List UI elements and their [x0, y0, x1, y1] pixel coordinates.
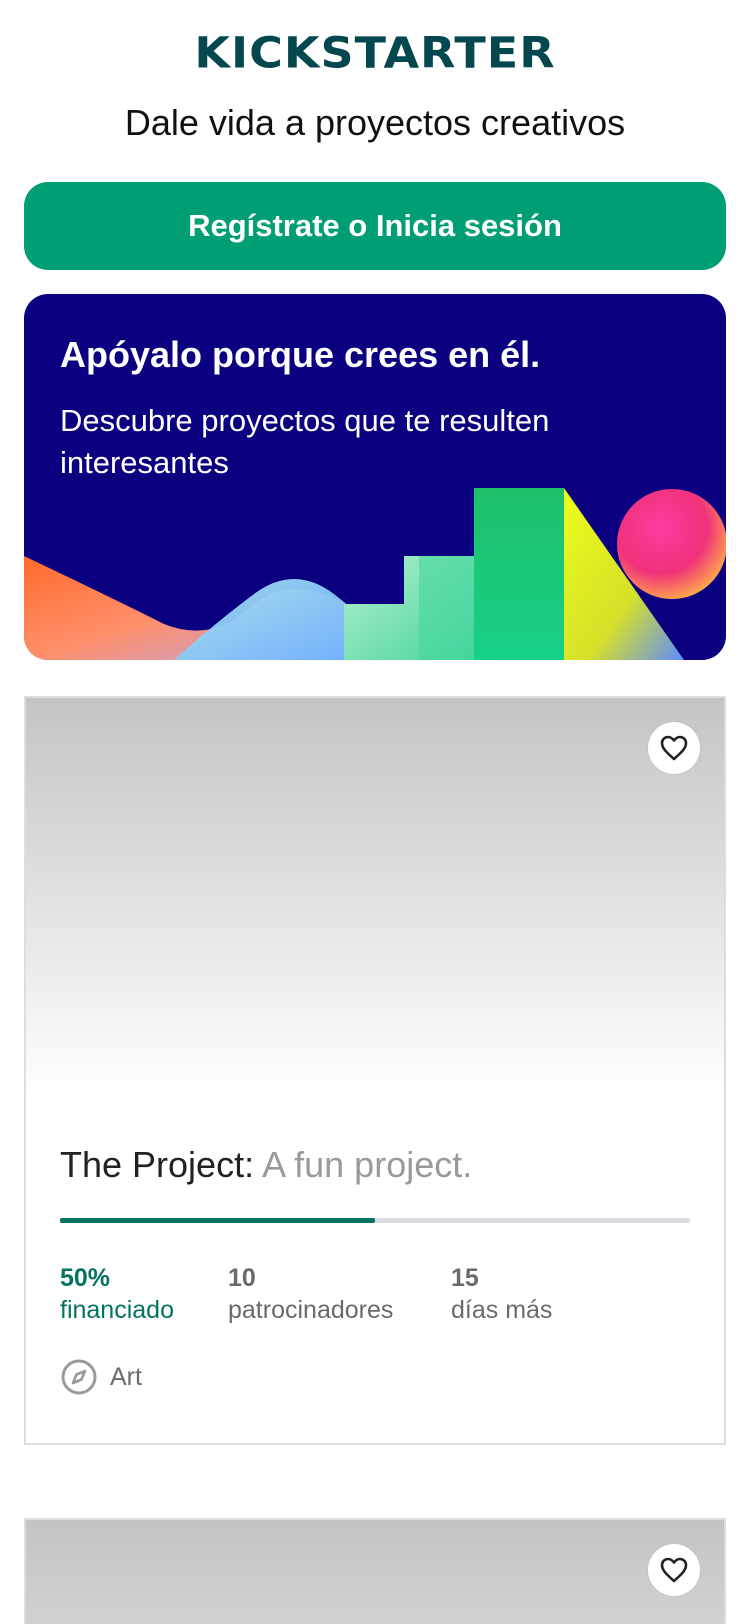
- project-card[interactable]: [24, 1518, 726, 1624]
- days-value: 15: [451, 1264, 479, 1292]
- backers-value: 10: [228, 1264, 256, 1292]
- project-card[interactable]: The Project: A fun project. 50% financia…: [24, 696, 726, 1445]
- stat-funded: 50% financiado: [60, 1262, 174, 1326]
- category-label: Art: [110, 1362, 142, 1391]
- heart-icon: [660, 735, 688, 761]
- stat-days-left: 15 días más: [451, 1262, 552, 1326]
- project-image[interactable]: [26, 1520, 724, 1624]
- signup-login-button[interactable]: Regístrate o Inicia sesión: [24, 182, 726, 270]
- compass-icon: [61, 1359, 97, 1395]
- project-image[interactable]: [26, 698, 724, 1098]
- promo-title: Apóyalo porque crees en él.: [60, 334, 541, 375]
- promo-subtitle: Descubre proyectos que te resulten inter…: [60, 403, 550, 480]
- funding-progress-bar: [60, 1218, 690, 1223]
- backers-label: patrocinadores: [228, 1296, 394, 1324]
- tagline: Dale vida a proyectos creativos: [124, 102, 626, 143]
- save-project-button[interactable]: [648, 1544, 700, 1596]
- save-project-button[interactable]: [648, 722, 700, 774]
- funded-label: financiado: [60, 1296, 174, 1324]
- kickstarter-logo: KICKSTARTER: [0, 28, 750, 78]
- project-category[interactable]: Art: [60, 1358, 142, 1396]
- promo-banner: Apóyalo porque crees en él. Descubre pro…: [24, 294, 726, 660]
- project-blurb: A fun project.: [262, 1144, 473, 1185]
- stat-backers: 10 patrocinadores: [228, 1262, 393, 1326]
- project-title[interactable]: The Project: A fun project.: [60, 1144, 472, 1186]
- days-label: días más: [451, 1296, 553, 1324]
- funded-value: 50%: [60, 1264, 111, 1292]
- logo-text: KICKSTARTER: [194, 28, 556, 78]
- heart-icon: [660, 1557, 688, 1583]
- project-name: The Project:: [60, 1144, 255, 1185]
- funding-progress-fill: [60, 1218, 375, 1223]
